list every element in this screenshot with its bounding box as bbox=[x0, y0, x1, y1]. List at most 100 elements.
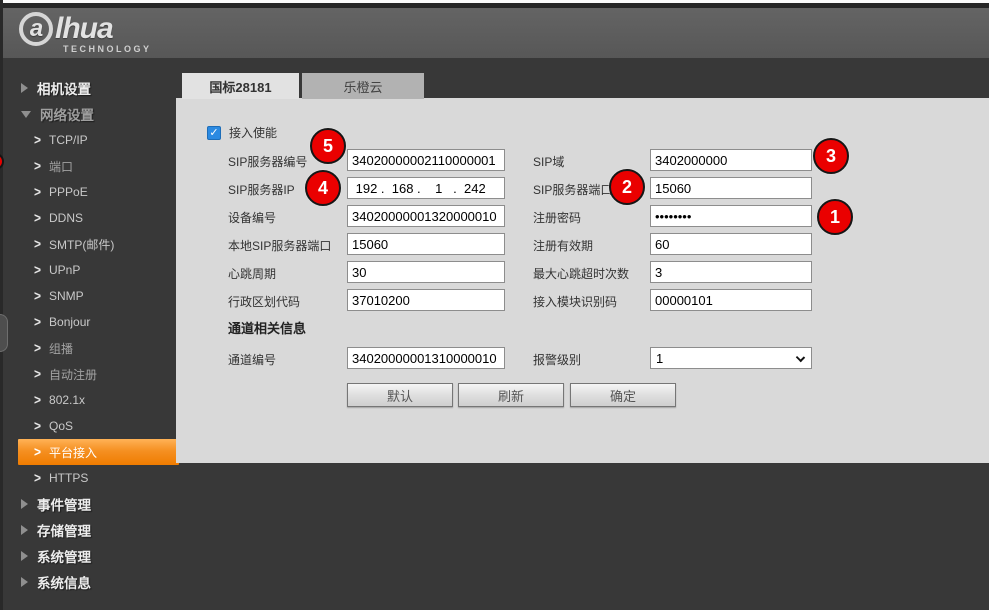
dahua-config-page: alhua TECHNOLOGY 相机设置网络设置 > TCP/IP > 端口 > PPPo… bbox=[0, 0, 989, 610]
header-bar: alhua TECHNOLOGY bbox=[3, 8, 989, 58]
triangle-right-icon bbox=[21, 499, 28, 509]
chevron-down-icon bbox=[796, 353, 805, 362]
annotation-circle-3: 3 bbox=[813, 138, 849, 174]
sidebar-collapse-handle[interactable] bbox=[0, 314, 8, 352]
sidebar-item-8[interactable]: > SNMP bbox=[3, 283, 176, 309]
chevron-right-icon: > bbox=[34, 184, 41, 200]
sidebar-item-label: DDNS bbox=[49, 211, 83, 225]
access-enable-row: ✓ 接入使能 bbox=[207, 124, 277, 141]
sidebar-item-5[interactable]: > DDNS bbox=[3, 205, 176, 231]
access-enable-checkbox[interactable]: ✓ bbox=[207, 126, 221, 140]
form-input-0-v2[interactable] bbox=[650, 149, 812, 171]
sidebar-item-12[interactable]: >802.1x bbox=[3, 387, 176, 413]
chevron-right-icon: > bbox=[34, 418, 41, 434]
form-input-3-v1[interactable] bbox=[347, 233, 505, 255]
triangle-down-icon bbox=[21, 111, 31, 118]
sidebar-item-label: 事件管理 bbox=[37, 494, 91, 514]
access-enable-label: 接入使能 bbox=[229, 124, 277, 141]
form-input-1-v1[interactable] bbox=[347, 177, 505, 199]
triangle-right-icon bbox=[21, 83, 28, 93]
sidebar-item-14[interactable]: > 平台接入 bbox=[18, 439, 179, 465]
sidebar-item-label: UPnP bbox=[49, 263, 80, 277]
channel-info-section-title: 通道相关信息 bbox=[228, 318, 306, 337]
form-row-3: 本地SIP服务器端口 注册有效期 bbox=[176, 233, 989, 255]
sidebar-category-17[interactable]: 存储管理 bbox=[3, 517, 176, 543]
chevron-right-icon: > bbox=[34, 340, 41, 356]
sidebar-item-4[interactable]: > PPPoE bbox=[3, 179, 176, 205]
form-input-2-v2[interactable] bbox=[650, 205, 812, 227]
chevron-right-icon: > bbox=[34, 132, 41, 148]
chevron-right-icon: > bbox=[34, 288, 41, 304]
sidebar-item-label: SMTP(邮件) bbox=[49, 236, 114, 253]
sidebar-category-19[interactable]: 系统信息 bbox=[3, 569, 176, 595]
form-input-5-v2[interactable] bbox=[650, 289, 812, 311]
form-label-1-l2: SIP服务器端口 bbox=[533, 181, 612, 198]
form-input-0-v1[interactable] bbox=[347, 149, 505, 171]
sidebar-item-7[interactable]: >UPnP bbox=[3, 257, 176, 283]
sidebar-category-18[interactable]: 系统管理 bbox=[3, 543, 176, 569]
annotation-circle-5: 5 bbox=[310, 128, 346, 164]
refresh-button[interactable]: 刷新 bbox=[458, 383, 564, 407]
chevron-right-icon: > bbox=[34, 236, 41, 252]
chevron-right-icon: > bbox=[34, 210, 41, 226]
sidebar-item-label: PPPoE bbox=[49, 185, 88, 199]
channel-number-label: 通道编号 bbox=[228, 351, 276, 368]
triangle-right-icon bbox=[21, 551, 28, 561]
dahua-logo: alhua TECHNOLOGY bbox=[19, 12, 152, 54]
sidebar-item-label: TCP/IP bbox=[49, 133, 88, 147]
form-label-0-l2: SIP域 bbox=[533, 153, 564, 170]
chevron-right-icon: > bbox=[34, 392, 41, 408]
form-input-3-v2[interactable] bbox=[650, 233, 812, 255]
annotation-circle-2: 2 bbox=[609, 169, 645, 205]
sidebar-item-3[interactable]: > 端口 bbox=[3, 153, 176, 179]
sidebar-item-6[interactable]: > SMTP(邮件) bbox=[3, 231, 176, 257]
form-label-4-l2: 最大心跳超时次数 bbox=[533, 265, 629, 282]
sidebar-item-11[interactable]: >自动注册 bbox=[3, 361, 176, 387]
form-row-5: 行政区划代码接入模块识别码 bbox=[176, 289, 989, 311]
form-label-2-l1: 设备编号 bbox=[228, 209, 276, 226]
tab-1[interactable]: 乐橙云 bbox=[302, 73, 424, 99]
sidebar-item-13[interactable]: >QoS bbox=[3, 413, 176, 439]
sidebar-item-label: SNMP bbox=[49, 289, 84, 303]
dahua-logo-text: alhua bbox=[19, 12, 152, 46]
form-input-5-v1[interactable] bbox=[347, 289, 505, 311]
form-label-3-l2: 注册有效期 bbox=[533, 237, 593, 254]
tab-0[interactable]: 国标28181 bbox=[182, 73, 299, 99]
sidebar-item-label: 组播 bbox=[49, 340, 73, 357]
sidebar-item-9[interactable]: >Bonjour bbox=[3, 309, 176, 335]
sidebar-item-label: 相机设置 bbox=[37, 78, 91, 98]
chevron-right-icon: > bbox=[34, 158, 41, 174]
triangle-right-icon bbox=[21, 525, 28, 535]
chevron-right-icon: > bbox=[34, 444, 41, 460]
form-label-1-l1: SIP服务器IP bbox=[228, 181, 295, 198]
chevron-right-icon: > bbox=[34, 366, 41, 382]
sidebar-item-label: 端口 bbox=[49, 158, 73, 175]
sidebar-item-2[interactable]: > TCP/IP bbox=[3, 127, 176, 153]
form-input-4-v1[interactable] bbox=[347, 261, 505, 283]
form-input-1-v2[interactable] bbox=[650, 177, 812, 199]
sidebar-item-label: 802.1x bbox=[49, 393, 85, 407]
form-label-4-l1: 心跳周期 bbox=[228, 265, 276, 282]
alarm-level-select[interactable]: 1 bbox=[650, 347, 812, 369]
annotation-circle-4: 4 bbox=[305, 170, 341, 206]
form-input-2-v1[interactable] bbox=[347, 205, 505, 227]
sidebar-item-label: Bonjour bbox=[49, 315, 90, 329]
sidebar-item-label: 平台接入 bbox=[49, 444, 97, 461]
form-input-4-v2[interactable] bbox=[650, 261, 812, 283]
sidebar-item-label: 系统管理 bbox=[37, 546, 91, 566]
form-label-3-l1: 本地SIP服务器端口 bbox=[228, 237, 331, 254]
form-row-0: SIP服务器编号SIP域 bbox=[176, 149, 989, 171]
sidebar-category-16[interactable]: 事件管理 bbox=[3, 491, 176, 517]
left-edge-border bbox=[0, 0, 3, 610]
form-label-5-l1: 行政区划代码 bbox=[228, 293, 300, 310]
channel-number-input[interactable] bbox=[347, 347, 505, 369]
sidebar-item-label: 网络设置 bbox=[40, 104, 94, 124]
sidebar-category-1[interactable]: 网络设置 bbox=[3, 101, 176, 127]
sidebar-item-10[interactable]: > 组播 bbox=[3, 335, 176, 361]
confirm-button[interactable]: 确定 bbox=[570, 383, 676, 407]
sidebar-item-15[interactable]: >HTTPS bbox=[3, 465, 176, 491]
default-button[interactable]: 默认 bbox=[347, 383, 453, 407]
form-row-2: 设备编号注册密码 bbox=[176, 205, 989, 227]
triangle-right-icon bbox=[21, 577, 28, 587]
sidebar-category-0[interactable]: 相机设置 bbox=[3, 75, 176, 101]
